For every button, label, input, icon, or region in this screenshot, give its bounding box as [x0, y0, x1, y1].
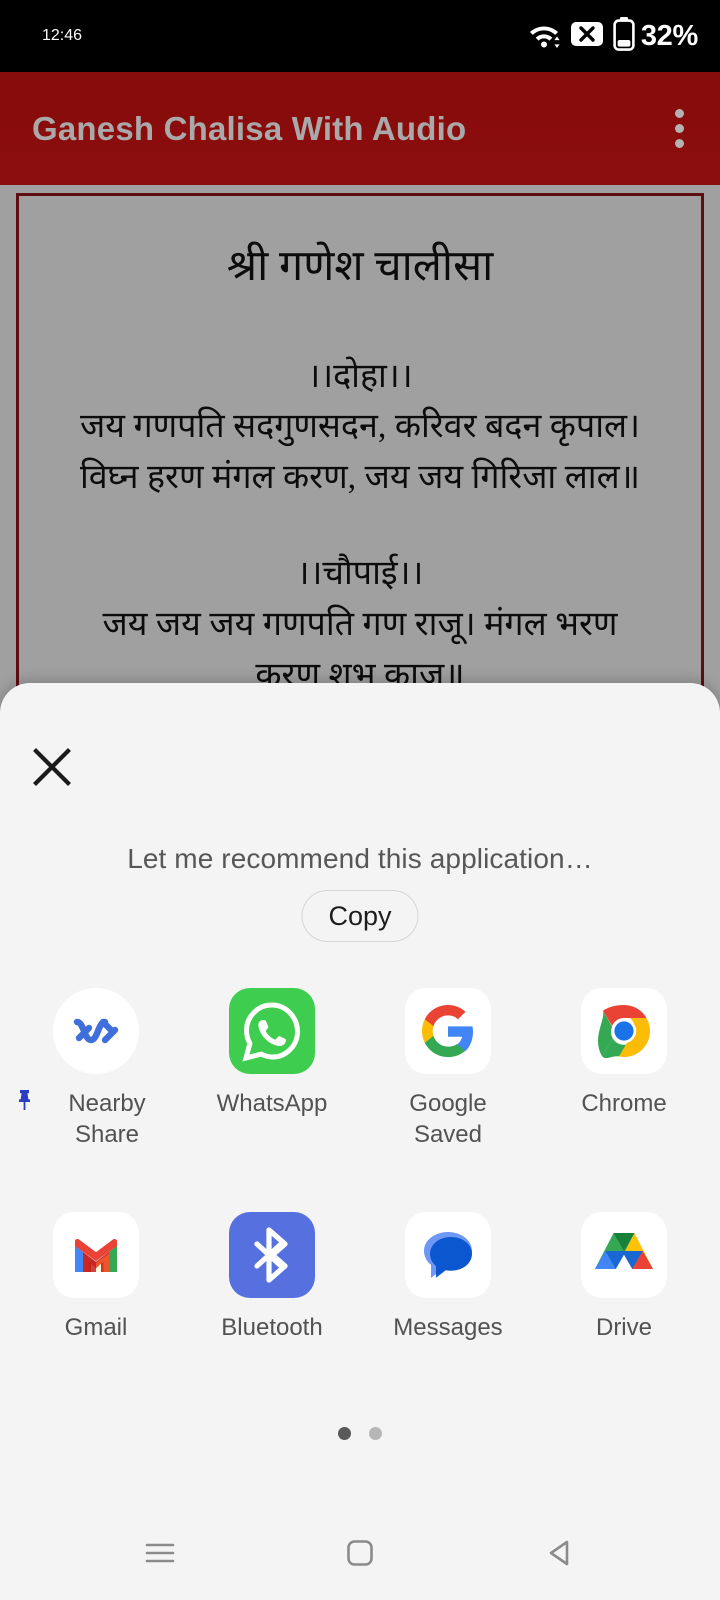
more-vertical-icon[interactable]	[669, 103, 690, 154]
share-target-google-saved[interactable]: Google Saved	[360, 988, 536, 1150]
gmail-icon	[53, 1212, 139, 1299]
google-icon	[405, 988, 491, 1074]
bluetooth-icon	[229, 1212, 315, 1299]
system-nav-bar	[0, 1505, 720, 1600]
share-target-drive[interactable]: Drive	[536, 1212, 712, 1344]
share-sheet: Let me recommend this application… Copy	[0, 683, 720, 1600]
share-target-label: Gmail	[64, 1314, 128, 1342]
recents-menu-icon[interactable]	[115, 1518, 205, 1588]
page-indicator	[0, 1427, 720, 1440]
status-time: 12:46	[42, 27, 83, 44]
drive-icon	[581, 1212, 667, 1299]
share-target-label: WhatsApp	[216, 1090, 328, 1117]
share-target-chrome[interactable]: Chrome	[536, 988, 712, 1150]
status-icons: 32%	[527, 16, 698, 56]
share-target-messages[interactable]: Messages	[360, 1212, 536, 1344]
page-title: Ganesh Chalisa With Audio	[32, 109, 467, 147]
doha-line-2: विघ्न हरण मंगल करण, जय जय गिरिजा लाल॥	[79, 459, 641, 497]
share-target-label: Bluetooth	[221, 1314, 323, 1342]
pin-icon	[16, 1089, 33, 1111]
share-target-bluetooth[interactable]: Bluetooth	[184, 1212, 360, 1344]
chrome-icon	[581, 988, 667, 1074]
share-target-label: Google Saved	[409, 1090, 487, 1148]
wifi-icon	[527, 19, 561, 54]
home-square-icon[interactable]	[315, 1518, 405, 1588]
copy-button[interactable]: Copy	[301, 890, 419, 942]
chalisa-title: श्री गणेश चालीसा	[226, 243, 494, 290]
close-icon[interactable]	[24, 739, 80, 795]
phone-screen: 12:46 32% Ganesh Chalisa With Audio श्री…	[0, 0, 720, 1600]
chaupai-line-1: जय जय जय गणपति गण राजू। मंगल भरण	[102, 605, 618, 643]
back-triangle-icon[interactable]	[515, 1518, 605, 1588]
nearby-share-icon	[53, 988, 139, 1074]
chaupai-heading: ।।चौपाई।।	[296, 555, 424, 593]
whatsapp-icon	[229, 988, 315, 1074]
no-sim-icon	[570, 20, 604, 53]
battery-icon	[613, 16, 635, 56]
share-target-nearby-share[interactable]: Nearby Share	[8, 988, 184, 1150]
status-bar: 12:46 32%	[0, 0, 720, 72]
share-subject: Let me recommend this application…	[127, 843, 593, 874]
battery-percent: 32%	[640, 19, 698, 52]
share-target-whatsapp[interactable]: WhatsApp	[184, 988, 360, 1150]
share-target-gmail[interactable]: Gmail	[8, 1212, 184, 1344]
share-target-label: Chrome	[581, 1090, 667, 1117]
share-target-grid: Nearby Share WhatsApp Google Saved Chrom…	[0, 988, 720, 1344]
page-dot-active[interactable]	[338, 1427, 351, 1440]
share-target-label: Messages	[393, 1314, 503, 1342]
share-target-label: Drive	[595, 1314, 652, 1342]
page-dot-inactive[interactable]	[369, 1427, 382, 1440]
doha-line-1: जय गणपति सदगुणसदन, करिवर बदन कृपाल।	[80, 408, 640, 446]
app-bar: Ganesh Chalisa With Audio	[0, 72, 720, 185]
share-target-label: Nearby Share	[16, 1089, 176, 1150]
messages-icon	[405, 1212, 491, 1299]
doha-heading: ।।दोहा।।	[307, 358, 413, 396]
